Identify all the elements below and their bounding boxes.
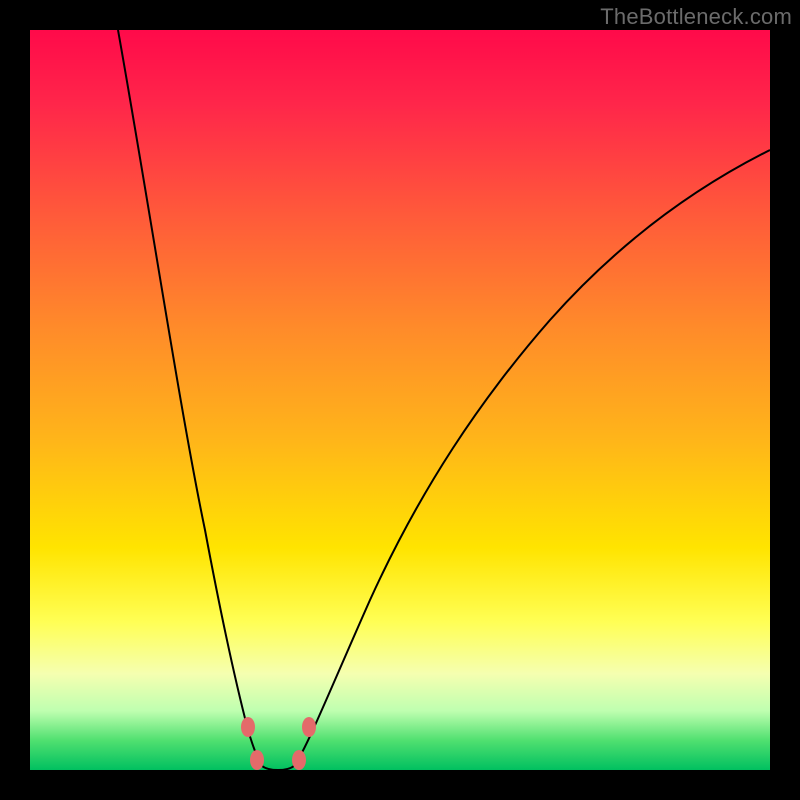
marker-dot [241,717,255,737]
curve-right-arm [294,150,770,766]
curve-trough [262,766,294,770]
outer-frame: TheBottleneck.com [0,0,800,800]
marker-dot [292,750,306,770]
marker-dot [250,750,264,770]
gradient-plot-area [30,30,770,770]
bottleneck-curve [30,30,770,770]
watermark-text: TheBottleneck.com [600,4,792,30]
curve-left-arm [118,30,262,766]
marker-dot [302,717,316,737]
